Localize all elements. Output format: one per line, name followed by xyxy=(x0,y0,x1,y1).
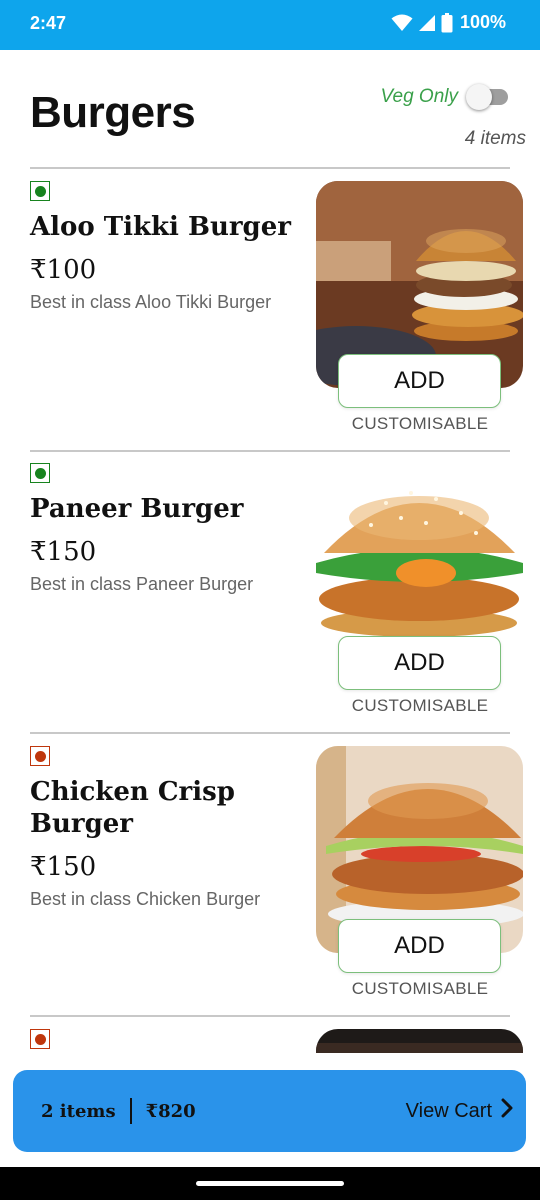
divider xyxy=(30,450,510,452)
item-image[interactable] xyxy=(316,1029,523,1053)
burger-photo xyxy=(316,1029,523,1053)
item-count: 4 items xyxy=(464,128,526,149)
add-button[interactable]: ADD xyxy=(338,919,501,973)
non-veg-indicator-icon xyxy=(30,746,50,766)
page-title: Burgers xyxy=(30,88,196,137)
toggle-thumb xyxy=(466,84,492,110)
veg-indicator-icon xyxy=(30,181,50,201)
item-description: Best in class Chicken Burger xyxy=(30,889,261,909)
battery-percent: 100% xyxy=(459,12,506,32)
customisable-label: CUSTOMISABLE xyxy=(351,696,489,715)
wifi-icon xyxy=(391,14,413,32)
divider xyxy=(30,1015,510,1017)
view-cart-button[interactable]: View Cart xyxy=(406,1097,514,1125)
divider xyxy=(30,732,510,734)
item-name: Aloo Tikki Burger xyxy=(30,212,291,242)
add-button[interactable]: ADD xyxy=(338,354,501,408)
add-button[interactable]: ADD xyxy=(338,636,501,690)
cell-signal-icon xyxy=(418,14,436,32)
veg-only-label: Veg Only xyxy=(380,86,458,107)
navigation-bar xyxy=(0,1167,540,1200)
cart-total: ₹820 xyxy=(145,1100,196,1122)
item-price: ₹100 xyxy=(30,255,97,285)
customisable-label: CUSTOMISABLE xyxy=(351,979,489,998)
veg-indicator-icon xyxy=(30,463,50,483)
veg-only-filter: Veg Only xyxy=(381,84,510,110)
item-price: ₹150 xyxy=(30,537,97,567)
item-description: Best in class Aloo Tikki Burger xyxy=(30,292,272,312)
item-name: Chicken Crisp Burger xyxy=(30,777,235,839)
battery-icon xyxy=(441,12,453,33)
status-time: 2:47 xyxy=(30,13,67,33)
view-cart-bar[interactable]: 2 items ₹820 View Cart xyxy=(13,1070,526,1152)
cart-separator xyxy=(129,1098,132,1124)
customisable-label: CUSTOMISABLE xyxy=(351,414,489,433)
status-icons: 100% xyxy=(391,12,506,33)
veg-only-toggle[interactable] xyxy=(466,84,510,110)
divider xyxy=(30,167,510,169)
status-bar: 2:47 100% xyxy=(0,0,540,50)
chevron-right-icon xyxy=(500,1097,514,1125)
item-description: Best in class Paneer Burger xyxy=(30,574,254,594)
cart-item-count: 2 items xyxy=(41,1100,116,1122)
non-veg-indicator-icon xyxy=(30,1029,50,1049)
item-name: Paneer Burger xyxy=(30,494,244,524)
home-gesture-handle[interactable] xyxy=(196,1181,344,1186)
view-cart-label: View Cart xyxy=(405,1099,492,1122)
item-price: ₹150 xyxy=(30,852,97,882)
